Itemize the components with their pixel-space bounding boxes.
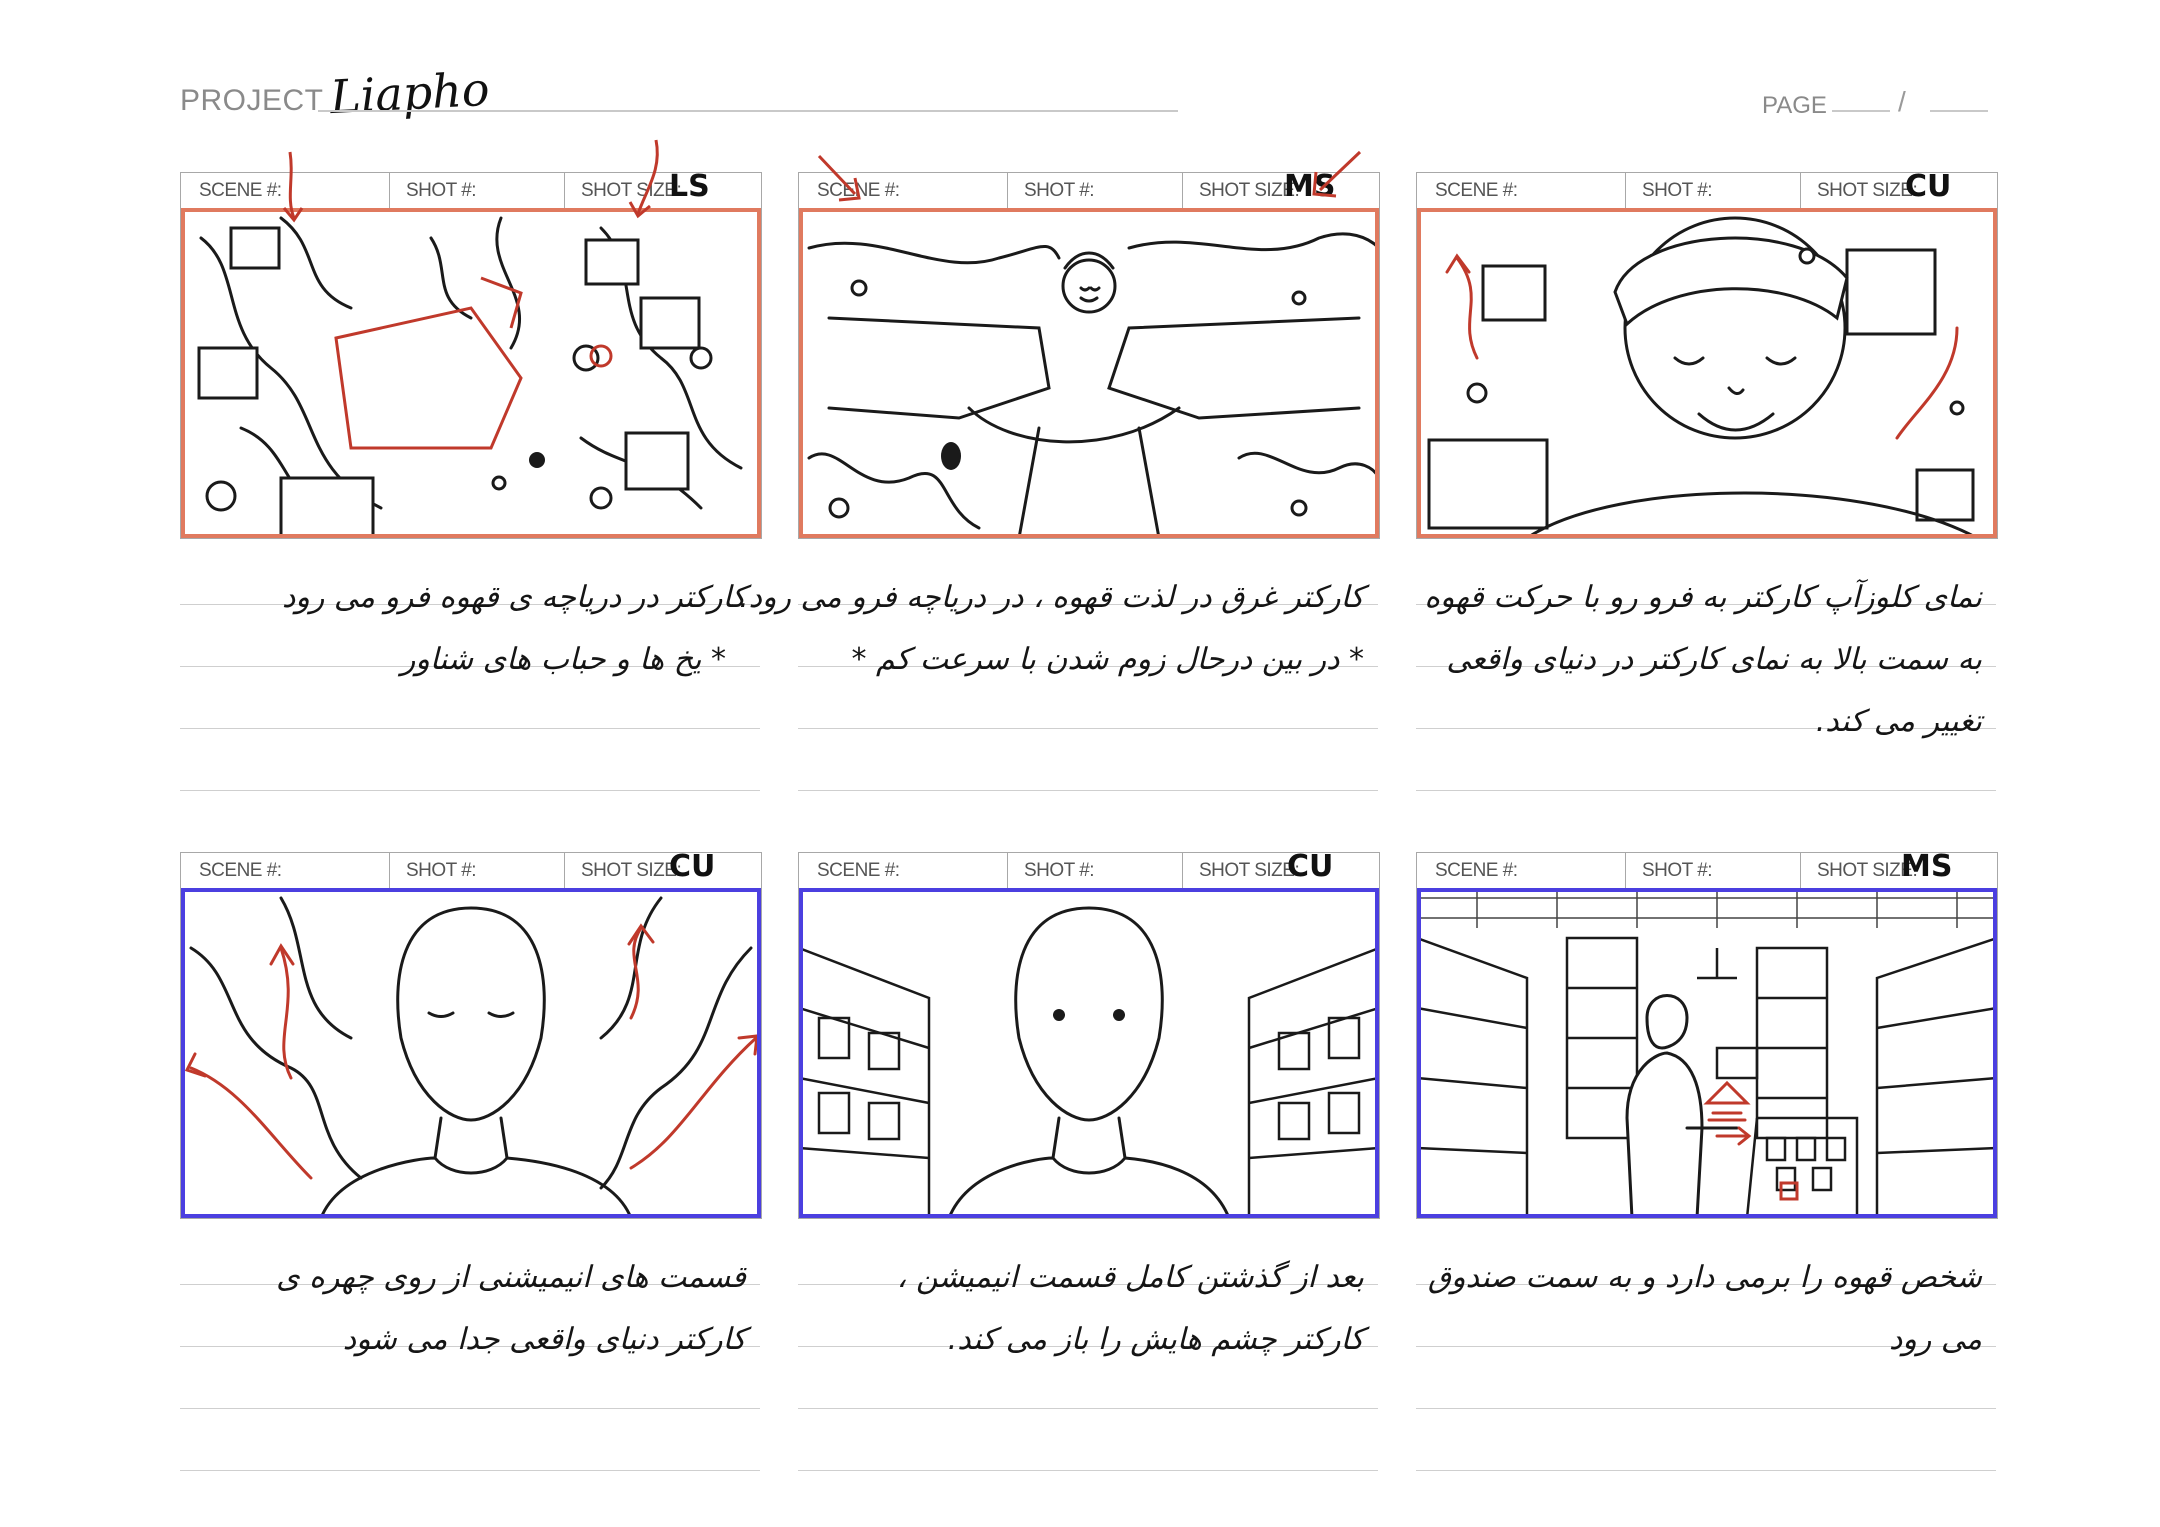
- scene-label: SCENE #:: [1435, 860, 1518, 881]
- scene-label: SCENE #:: [817, 860, 900, 881]
- shot-size-value: MS: [1284, 169, 1336, 204]
- storyboard-panel-4: SCENE #: SHOT #: SHOT SIZE: CU: [180, 849, 762, 1222]
- note-line-3: تغییر می کند.: [1815, 704, 1982, 739]
- shot-label: SHOT #:: [389, 853, 477, 889]
- highlight-frame-orange: [1417, 208, 1997, 538]
- panel-meta-bar: SCENE #: SHOT #: SHOT SIZE: CU: [180, 849, 762, 890]
- project-underline: [318, 110, 1178, 112]
- panel-frame: [1416, 208, 1998, 539]
- note-line-2: کارکتر دنیای واقعی جدا می شود: [342, 1322, 746, 1357]
- shot-size-label: SHOT SIZE:: [1182, 173, 1300, 209]
- note-line-1: شخص قهوه را برمی دارد و به سمت صندوق: [1427, 1260, 1982, 1295]
- panel-notes: کارکتر غرق در لذت قهوه ، در دریاچه فرو م…: [739, 556, 1378, 796]
- note-line-2: کارکتر چشم هایش را باز می کند.: [947, 1322, 1364, 1357]
- panel-meta-bar: SCENE #: SHOT #: SHOT SIZE: MS: [1416, 849, 1998, 890]
- panel-notes: شخص قهوه را برمی دارد و به سمت صندوق می …: [1416, 1236, 1996, 1476]
- panel-meta-bar: SCENE #: SHOT #: SHOT SIZE: LS: [180, 169, 762, 210]
- note-line-1: قسمت های انیمیشنی از روی چهره ی: [276, 1260, 746, 1295]
- shot-size-value: CU: [1287, 849, 1334, 884]
- panel-meta-bar: SCENE #: SHOT #: SHOT SIZE: MS: [798, 169, 1380, 210]
- panel-frame: [180, 208, 762, 539]
- shot-size-label: SHOT SIZE:: [1800, 173, 1918, 209]
- scene-label: SCENE #:: [1435, 180, 1518, 201]
- panel-notes: کارکتر در دریاچه ی قهوه فرو می رود * یخ …: [180, 556, 760, 796]
- note-line-1: کارکتر در دریاچه ی قهوه فرو می رود: [281, 580, 746, 615]
- highlight-frame-blue: [799, 888, 1379, 1218]
- highlight-frame-orange: [181, 208, 761, 538]
- highlight-frame-orange: [799, 208, 1379, 538]
- note-line-2: * یخ ها و حباب های شناور: [400, 642, 726, 677]
- shot-label: SHOT #:: [1625, 853, 1713, 889]
- scene-label: SCENE #:: [199, 860, 282, 881]
- storyboard-panel-5: SCENE #: SHOT #: SHOT SIZE: CU: [798, 849, 1380, 1222]
- shot-size-label: SHOT SIZE:: [564, 853, 682, 889]
- note-line-1: کارکتر غرق در لذت قهوه ، در دریاچه فرو م…: [739, 580, 1364, 615]
- motion-arrow: [817, 154, 861, 202]
- storyboard-panel-2: SCENE #: SHOT #: SHOT SIZE: MS: [798, 169, 1380, 542]
- shot-size-label: SHOT SIZE:: [1182, 853, 1300, 889]
- project-name: Liapho: [328, 61, 491, 125]
- highlight-frame-blue: [181, 888, 761, 1218]
- storyboard-panel-6: SCENE #: SHOT #: SHOT SIZE: MS: [1416, 849, 1998, 1222]
- panel-meta-bar: SCENE #: SHOT #: SHOT SIZE: CU: [1416, 169, 1998, 210]
- page-total-line: [1930, 110, 1988, 112]
- motion-arrow: [1312, 150, 1362, 198]
- panel-meta-bar: SCENE #: SHOT #: SHOT SIZE: CU: [798, 849, 1380, 890]
- project-label: PROJECT: [180, 84, 324, 117]
- panel-frame: [798, 888, 1380, 1219]
- page-number-line: [1832, 110, 1890, 112]
- storyboard-panel-3: SCENE #: SHOT #: SHOT SIZE: CU: [1416, 169, 1998, 542]
- note-line-2: به سمت بالا به نمای کارکتر در دنیای واقع…: [1446, 642, 1982, 677]
- shot-size-value: CU: [1905, 169, 1952, 204]
- panel-frame: [798, 208, 1380, 539]
- note-line-1: بعد از گذشتن کامل قسمت انیمیشن ،: [896, 1260, 1364, 1295]
- panel-frame: [180, 888, 762, 1219]
- note-line-2: می رود: [1889, 1322, 1982, 1357]
- shot-size-label: SHOT SIZE:: [564, 173, 682, 209]
- shot-label: SHOT #:: [1007, 853, 1095, 889]
- panel-frame: [1416, 888, 1998, 1219]
- page-label: PAGE: [1762, 92, 1827, 119]
- shot-size-value: CU: [669, 849, 716, 884]
- motion-arrow: [282, 151, 304, 223]
- highlight-frame-blue: [1417, 888, 1997, 1218]
- shot-size-value: MS: [1901, 849, 1953, 884]
- note-line-2: * در بین درحال زوم شدن با سرعت کم *: [851, 642, 1365, 677]
- panel-notes: نمای کلوزآپ کارکتر به فرو رو با حرکت قهو…: [1416, 556, 1996, 796]
- shot-size-value: LS: [669, 169, 710, 204]
- page-separator: /: [1898, 86, 1906, 117]
- motion-arrow: [628, 139, 659, 219]
- shot-label: SHOT #:: [389, 173, 477, 209]
- note-line-1: نمای کلوزآپ کارکتر به فرو رو با حرکت قهو…: [1424, 580, 1982, 615]
- storyboard-panel-1: SCENE #: SHOT #: SHOT SIZE: LS: [180, 169, 762, 542]
- scene-label: SCENE #:: [199, 180, 282, 201]
- shot-size-label: SHOT SIZE:: [1800, 853, 1918, 889]
- shot-label: SHOT #:: [1007, 173, 1095, 209]
- shot-label: SHOT #:: [1625, 173, 1713, 209]
- panel-notes: بعد از گذشتن کامل قسمت انیمیشن ، کارکتر …: [798, 1236, 1378, 1476]
- panel-notes: قسمت های انیمیشنی از روی چهره ی کارکتر د…: [180, 1236, 760, 1476]
